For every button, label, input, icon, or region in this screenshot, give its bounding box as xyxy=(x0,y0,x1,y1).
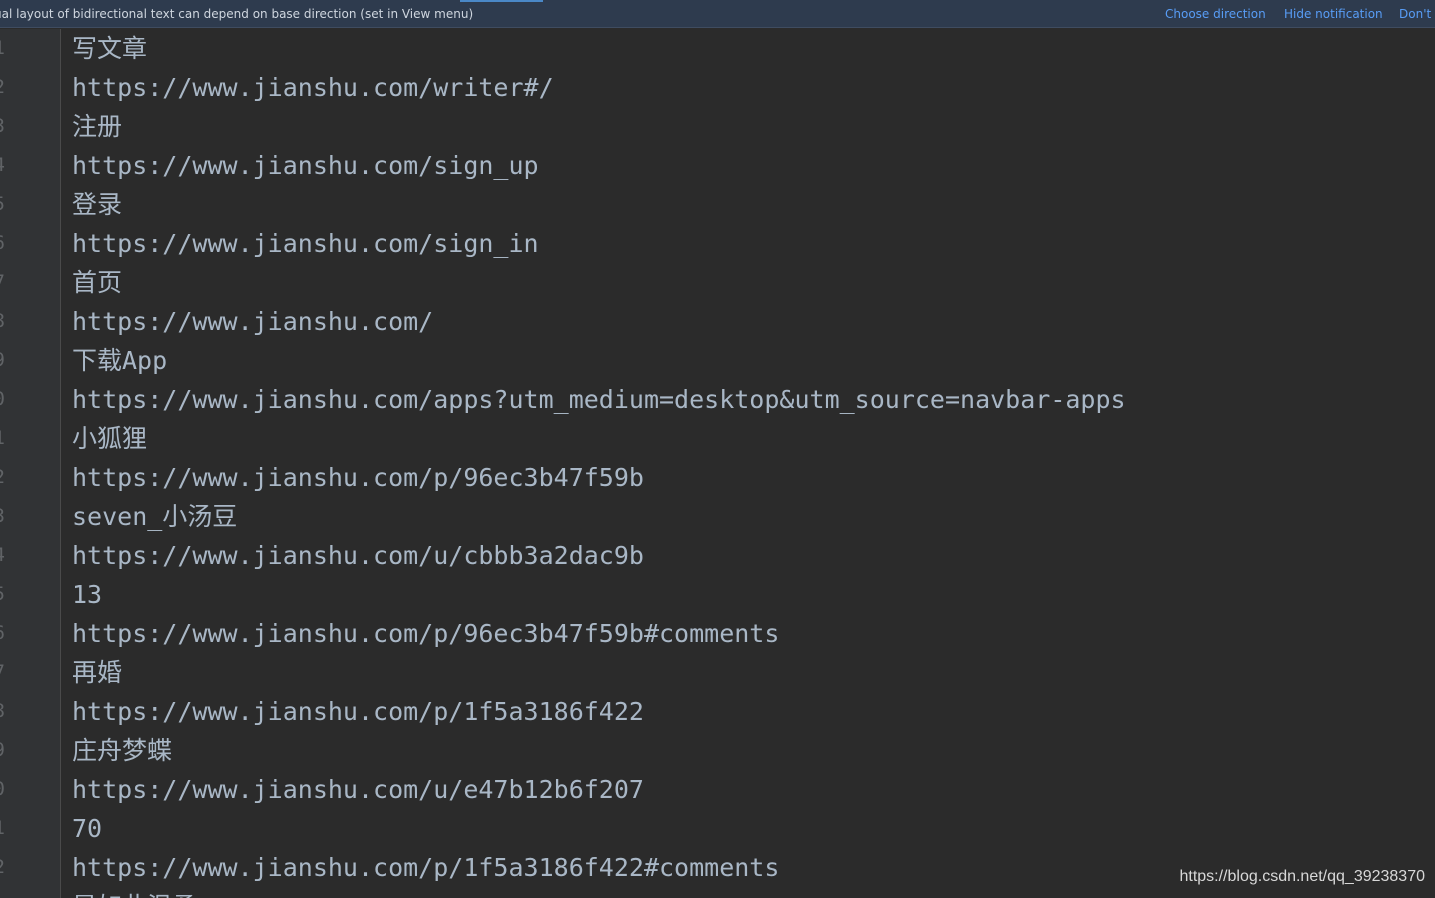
line-number: 3 xyxy=(0,497,5,536)
line-number: 9 xyxy=(0,341,5,380)
line-number: 1 xyxy=(0,29,5,68)
code-line[interactable]: https://www.jianshu.com/sign_in xyxy=(72,224,539,263)
code-line[interactable]: 写文章 xyxy=(72,29,147,68)
code-line[interactable]: 13 xyxy=(72,575,102,614)
code-line[interactable]: 首页 xyxy=(72,263,122,302)
line-number: 4 xyxy=(0,146,5,185)
code-editor[interactable]: 写文章 https://www.jianshu.com/writer#/注册 htt… xyxy=(62,29,1435,898)
line-number: 7 xyxy=(0,263,5,302)
line-number: 2 xyxy=(0,458,5,497)
code-line[interactable]: 庄舟梦蝶 xyxy=(72,731,172,770)
code-line[interactable]: 注册 xyxy=(72,107,122,146)
line-number: 6 xyxy=(0,614,5,653)
code-line[interactable]: https://www.jianshu.com/p/96ec3b47f59b#c… xyxy=(72,614,779,653)
code-line[interactable]: seven_小汤豆 xyxy=(72,497,237,536)
code-line[interactable]: 是如此温柔 xyxy=(72,887,197,898)
code-line[interactable]: https://www.jianshu.com/sign_up xyxy=(72,146,539,185)
line-number: 3 xyxy=(0,887,5,898)
line-number-gutter[interactable]: 12345678901234567890123 xyxy=(0,29,61,898)
code-line[interactable]: https://www.jianshu.com/apps?utm_medium=… xyxy=(72,380,1126,419)
code-line[interactable]: 70 xyxy=(72,809,102,848)
line-number: 5 xyxy=(0,575,5,614)
line-number: 0 xyxy=(0,380,5,419)
line-number: 8 xyxy=(0,692,5,731)
choose-direction-link[interactable]: Choose direction xyxy=(1165,7,1266,21)
line-number: 1 xyxy=(0,419,5,458)
code-line[interactable]: 登录 xyxy=(72,185,122,224)
notification-bar: ual layout of bidirectional text can dep… xyxy=(0,0,1435,28)
line-number: 1 xyxy=(0,809,5,848)
line-number: 3 xyxy=(0,107,5,146)
line-number: 5 xyxy=(0,185,5,224)
watermark: https://blog.csdn.net/qq_39238370 xyxy=(1179,868,1425,885)
code-line[interactable]: https://www.jianshu.com/writer#/ xyxy=(72,68,554,107)
line-number: 6 xyxy=(0,224,5,263)
notification-message: ual layout of bidirectional text can dep… xyxy=(0,7,474,21)
code-line[interactable]: 小狐狸 xyxy=(72,419,147,458)
code-line[interactable]: https://www.jianshu.com/u/e47b12b6f207 xyxy=(72,770,644,809)
code-line[interactable]: https://www.jianshu.com/p/96ec3b47f59b xyxy=(72,458,644,497)
code-line[interactable]: 再婚 xyxy=(72,653,122,692)
dont-show-again-link[interactable]: Don't xyxy=(1399,7,1431,21)
line-number: 4 xyxy=(0,536,5,575)
line-number: 0 xyxy=(0,770,5,809)
notification-accent xyxy=(460,0,543,2)
code-line[interactable]: https://www.jianshu.com/p/1f5a3186f422 xyxy=(72,692,644,731)
code-line[interactable]: 下载App xyxy=(72,341,167,380)
line-number: 2 xyxy=(0,68,5,107)
code-line[interactable]: https://www.jianshu.com/ xyxy=(72,302,433,341)
hide-notification-link[interactable]: Hide notification xyxy=(1284,7,1383,21)
code-line[interactable]: https://www.jianshu.com/p/1f5a3186f422#c… xyxy=(72,848,779,887)
code-line[interactable]: https://www.jianshu.com/u/cbbb3a2dac9b xyxy=(72,536,644,575)
line-number: 2 xyxy=(0,848,5,887)
line-number: 7 xyxy=(0,653,5,692)
line-number: 8 xyxy=(0,302,5,341)
line-number: 9 xyxy=(0,731,5,770)
